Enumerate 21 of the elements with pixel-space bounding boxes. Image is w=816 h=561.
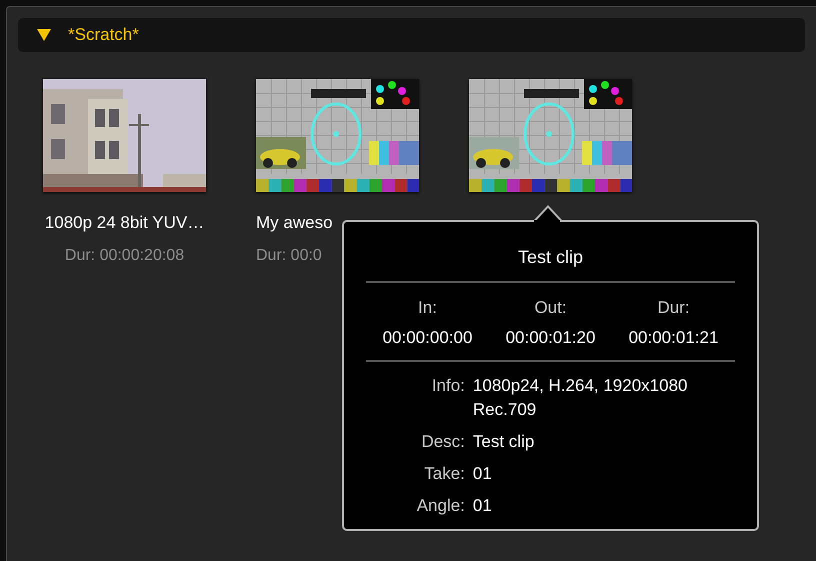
detail-value: 1080p24, H.264, 1920x1080 Rec.709 <box>472 375 688 421</box>
detail-value: 01 <box>472 495 493 517</box>
detail-label: Desc: <box>420 431 465 453</box>
detail-label: Take: <box>423 463 465 485</box>
disclosure-triangle-icon[interactable] <box>37 29 51 41</box>
detail-value: Test clip <box>472 431 536 453</box>
detail-label: Angle: <box>416 495 465 517</box>
timecode-value: 00:00:00:00 <box>382 326 472 348</box>
timecode-value: 00:00:01:20 <box>506 326 596 348</box>
popover-title: Test clip <box>516 246 584 269</box>
bin-title: *Scratch* <box>68 24 139 46</box>
clip-name: 1080p 24 8bit YUV… <box>44 212 204 234</box>
timecode-label: Dur: <box>657 297 690 319</box>
timecode-label: Out: <box>534 297 567 319</box>
clip-name: My aweso <box>255 212 333 234</box>
timecode-value: 00:00:01:21 <box>628 326 718 348</box>
detail-value: 01 <box>472 463 493 485</box>
clip-duration: Dur: 00:00:20:08 <box>64 246 184 266</box>
detail-label: Info: <box>430 375 465 397</box>
timecode-label: In: <box>418 297 437 319</box>
clip-duration: Dur: 00:0 <box>255 246 322 266</box>
